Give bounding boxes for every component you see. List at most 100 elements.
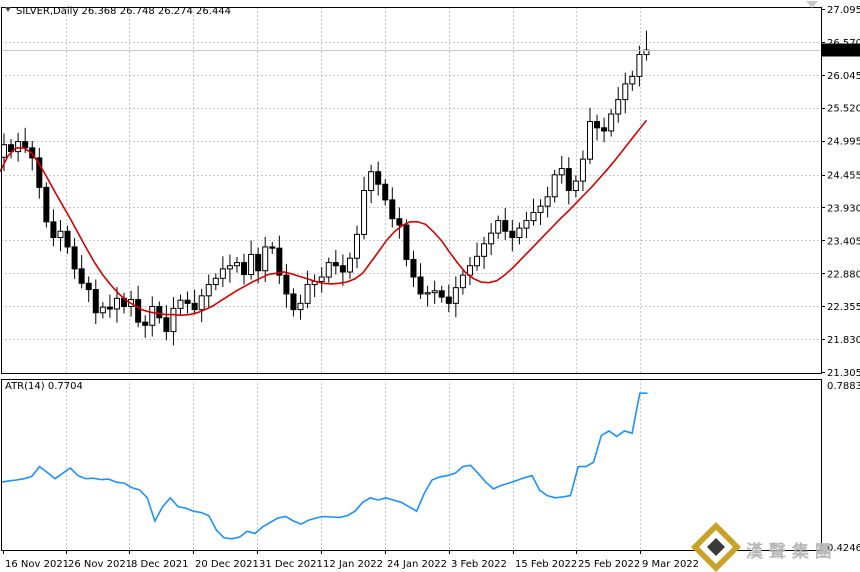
candle-body	[198, 295, 205, 311]
atr-tick-label: 0.7883	[827, 381, 860, 392]
candle-body	[248, 253, 255, 276]
candle-body	[57, 230, 64, 239]
candle-body	[438, 290, 445, 298]
x-tick-label: 8 Dec 2021	[131, 559, 189, 570]
price-chart[interactable]: 27.09526.57026.04525.52024.99524.45523.9…	[0, 0, 860, 572]
price-tag-label: 26.444	[826, 46, 860, 57]
main-grid	[1, 7, 821, 373]
candle-body	[226, 265, 233, 270]
candle-body	[594, 121, 601, 129]
candle-body	[389, 199, 396, 220]
atr-axis: 0.7883 0.4246	[827, 381, 860, 554]
candle-body	[297, 302, 304, 311]
candle-body	[474, 255, 481, 267]
candle-body	[558, 168, 565, 176]
candle-body	[509, 230, 516, 239]
atr-grid	[66, 379, 641, 550]
candle-body	[135, 299, 142, 323]
x-tick-label: 25 Feb 2022	[578, 559, 640, 570]
atr-tick-label: 0.4246	[827, 543, 860, 554]
chart-shift-icon[interactable]	[806, 1, 818, 8]
watermark-text: 漢 聲 集 團	[746, 541, 832, 562]
candle-body	[290, 293, 297, 311]
candle-body	[325, 262, 332, 278]
candle-body	[276, 247, 283, 276]
y-tick-label: 22.355	[827, 302, 860, 313]
candle-body	[375, 171, 382, 185]
candle-body	[452, 287, 459, 304]
candle-body	[233, 262, 240, 267]
candle-body	[459, 274, 466, 289]
atr-line	[0, 392, 648, 540]
candle-body	[163, 317, 170, 333]
candle-body	[502, 220, 509, 232]
candle-body	[283, 274, 290, 295]
y-tick-label: 24.995	[827, 137, 860, 148]
atr-pane-frame	[1, 379, 822, 551]
candle-body	[191, 302, 198, 311]
candle-body	[481, 243, 488, 257]
candle-body	[339, 265, 346, 273]
atr-title: ATR(14) 0.7704	[5, 381, 83, 392]
candle-body	[530, 211, 537, 222]
candle-body	[551, 174, 558, 198]
y-tick-label: 21.305	[827, 368, 860, 379]
candle-body	[64, 230, 71, 248]
y-tick-label: 27.095	[827, 5, 860, 16]
y-tick-label: 26.045	[827, 71, 860, 82]
candle-body	[184, 299, 191, 304]
y-tick-label: 23.405	[827, 236, 860, 247]
candle-body	[601, 127, 608, 132]
y-tick-label: 21.830	[827, 335, 860, 346]
candle-body	[262, 246, 269, 272]
candle-body	[431, 290, 438, 294]
candle-body	[410, 258, 417, 278]
candle-body	[382, 183, 389, 201]
candle-body	[424, 292, 431, 295]
candle-body	[608, 113, 615, 132]
candle-body	[537, 205, 544, 213]
y-tick-label: 24.455	[827, 171, 860, 182]
candle-body	[361, 190, 368, 235]
candle-body	[205, 284, 212, 297]
current-price-tag: 26.444	[822, 43, 860, 57]
main-pane-frame	[1, 7, 822, 374]
candle-body	[255, 253, 262, 272]
candle-body	[106, 306, 113, 310]
candle-body	[15, 141, 22, 153]
candle-body	[241, 262, 248, 276]
y-tick-label: 25.520	[827, 104, 860, 115]
candle-body	[78, 268, 85, 284]
candle-body	[71, 246, 78, 270]
candle-body	[579, 158, 586, 182]
x-tick-label: 12 Jan 2022	[323, 559, 383, 570]
y-tick-label: 23.930	[827, 203, 860, 214]
candle-body	[212, 277, 219, 286]
candle-body	[565, 168, 572, 191]
x-tick-label: 16 Nov 2021	[5, 559, 69, 570]
candle-body	[142, 321, 149, 326]
candle-body	[346, 257, 353, 273]
candle-body	[368, 171, 375, 192]
moving-average-line	[0, 119, 648, 317]
candle-body	[170, 307, 177, 333]
candle-body	[516, 227, 523, 239]
candle-body	[99, 306, 106, 314]
candle-body	[149, 305, 156, 326]
candle-body	[417, 276, 424, 295]
candle-body	[396, 218, 403, 226]
candle-body	[544, 196, 551, 207]
candle-body	[332, 262, 339, 267]
candle-body	[318, 276, 325, 282]
candle-body	[22, 141, 29, 149]
x-tick-label: 20 Dec 2021	[195, 559, 259, 570]
candle-body	[629, 75, 636, 85]
x-tick-label: 26 Nov 2021	[68, 559, 132, 570]
x-tick-label: 3 Feb 2022	[451, 559, 507, 570]
watermark: 漢 聲 集 團	[691, 522, 832, 572]
candle-body	[85, 282, 92, 291]
candle-body	[636, 53, 643, 77]
candle-body	[1, 144, 7, 158]
candle-body	[177, 299, 184, 309]
y-tick-label: 22.880	[827, 269, 860, 280]
